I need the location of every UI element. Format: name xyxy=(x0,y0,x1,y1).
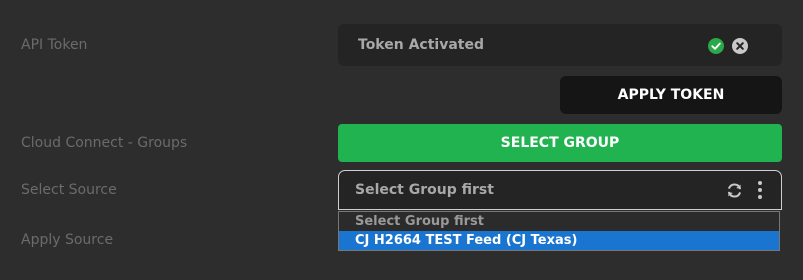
check-circle-icon xyxy=(708,38,724,54)
apply-source-label: Apply Source xyxy=(21,232,114,248)
source-select-value: Select Group first xyxy=(355,182,494,198)
source-select[interactable]: Select Group first xyxy=(338,170,782,210)
api-token-field[interactable]: Token Activated xyxy=(338,24,782,66)
api-token-label: API Token xyxy=(21,37,88,53)
api-token-status-text: Token Activated xyxy=(358,37,484,53)
kebab-menu-icon[interactable] xyxy=(756,180,764,200)
close-circle-icon[interactable] xyxy=(732,38,748,54)
dropdown-option[interactable]: Select Group first xyxy=(339,212,779,231)
select-source-label: Select Source xyxy=(21,182,117,198)
source-dropdown-list: Select Group first CJ H2664 TEST Feed (C… xyxy=(338,211,780,251)
apply-token-button[interactable]: APPLY TOKEN xyxy=(560,76,782,114)
select-group-button[interactable]: SELECT GROUP xyxy=(338,124,782,162)
dropdown-option-highlighted[interactable]: CJ H2664 TEST Feed (CJ Texas) xyxy=(339,231,779,250)
cloud-connect-groups-label: Cloud Connect - Groups xyxy=(21,135,188,151)
refresh-icon[interactable] xyxy=(726,182,743,199)
